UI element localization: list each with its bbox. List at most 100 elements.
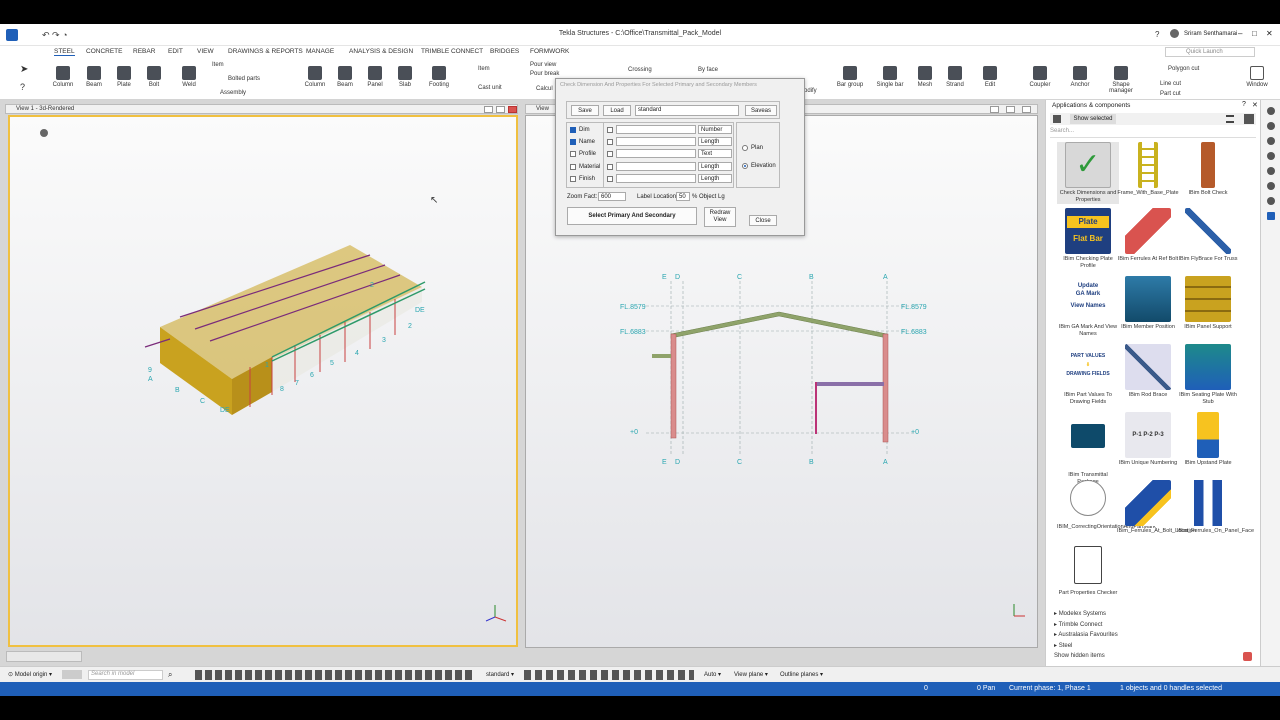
rebar-edit-button[interactable]: Edit xyxy=(975,66,1005,88)
component-correcting-orientation[interactable]: IBIM_CorrectingOrientationAndPartMark xyxy=(1057,480,1156,531)
view1-minimize-button[interactable] xyxy=(484,106,493,113)
dim-checkbox[interactable] xyxy=(570,127,576,133)
concrete-item-button[interactable]: Item xyxy=(478,66,490,72)
row5-type-select[interactable]: Length xyxy=(698,174,732,183)
assembly-button[interactable]: Assembly xyxy=(220,90,246,96)
tab-trimble-connect[interactable]: TRIMBLE CONNECT xyxy=(421,48,483,55)
dialog-saveas-button[interactable]: Saveas xyxy=(745,105,777,116)
link-icon[interactable] xyxy=(1266,122,1275,130)
component-bolt-check[interactable]: IBim Bolt Check xyxy=(1177,142,1239,197)
finish-checkbox[interactable] xyxy=(570,176,576,182)
component-member-position[interactable]: IBim Member Position xyxy=(1117,276,1179,331)
row1-value-input[interactable] xyxy=(616,125,696,134)
help-icon[interactable] xyxy=(1266,107,1275,115)
component-ferrules-at-bolt-location[interactable]: IBim_Ferrules_At_Bolt_Location xyxy=(1117,480,1196,535)
close-button[interactable]: ✕ xyxy=(1266,29,1273,38)
component-panel-support[interactable]: IBim Panel Support xyxy=(1177,276,1239,331)
search-in-model-input[interactable]: Search in model xyxy=(88,670,163,680)
concrete-footing-button[interactable]: Footing xyxy=(424,66,454,88)
steel-bolt-button[interactable]: Bolt xyxy=(139,66,169,88)
row2-value-input[interactable] xyxy=(616,137,696,146)
tab-concrete[interactable]: CONCRETE xyxy=(86,48,122,55)
tab-edit[interactable]: EDIT xyxy=(168,48,183,55)
material-checkbox[interactable] xyxy=(570,164,576,170)
label-location-input[interactable]: 50 xyxy=(676,192,690,201)
component-unique-numbering[interactable]: P-1 P-2 P-3 IBim Unique Numbering xyxy=(1117,412,1179,467)
tree-item-steel[interactable]: ▸ Steel xyxy=(1054,642,1072,649)
tab-drawings-reports[interactable]: DRAWINGS & REPORTS xyxy=(228,48,303,55)
row3-type-select[interactable]: Text xyxy=(698,149,732,158)
view2-maximize-button[interactable] xyxy=(1006,106,1015,113)
error-icon[interactable] xyxy=(1243,652,1252,661)
by-face-button[interactable]: By face xyxy=(698,67,718,73)
tab-rebar[interactable]: REBAR xyxy=(133,48,155,55)
auto-select[interactable]: Auto ▾ xyxy=(704,671,721,678)
steel-plate-button[interactable]: Plate xyxy=(109,66,139,88)
select-primary-secondary-button[interactable]: Select Primary And Secondary xyxy=(567,207,697,225)
row1-type-select[interactable]: Number xyxy=(698,125,732,134)
minimize-button[interactable]: – xyxy=(1238,29,1242,38)
concrete-panel-button[interactable]: Panel xyxy=(360,66,390,88)
row2-type-select[interactable]: Length xyxy=(698,137,732,146)
row4-type-select[interactable]: Length xyxy=(698,162,732,171)
row4-value-input[interactable] xyxy=(616,162,696,171)
row5-option-checkbox[interactable] xyxy=(607,176,613,182)
component-part-values-to-drawing[interactable]: PART VALUES ⬇ DRAWING FIELDS IBim Part Valu… xyxy=(1057,344,1119,406)
dialog-close-button[interactable]: Close xyxy=(749,215,777,226)
tab-steel[interactable]: STEEL xyxy=(54,48,75,56)
tree-item-modelex-systems[interactable]: ▸ Modelex Systems xyxy=(1054,610,1106,617)
modify-button[interactable]: odify xyxy=(804,88,817,94)
component-check-dimensions[interactable]: ✓ Check Dimensions and Properties xyxy=(1057,142,1119,204)
redraw-view-button[interactable]: Redraw View xyxy=(704,207,736,227)
steel-beam-button[interactable]: Beam xyxy=(79,66,109,88)
dialog-preset-select[interactable]: standard xyxy=(635,105,739,116)
tab-view[interactable]: VIEW xyxy=(197,48,214,55)
globe-icon[interactable] xyxy=(1266,152,1275,160)
select-help-icon[interactable]: ? xyxy=(20,82,25,92)
calculate-button[interactable]: Calcul xyxy=(536,86,553,92)
row5-value-input[interactable] xyxy=(616,174,696,183)
standard-select[interactable]: standard ▾ xyxy=(486,671,514,678)
pour-break-button[interactable]: Pour break xyxy=(530,71,559,77)
concrete-column-button[interactable]: Column xyxy=(300,66,330,88)
tree-item-australasia-favourites[interactable]: ▸ Australasia Favourites xyxy=(1054,631,1118,638)
component-transmittal-package[interactable]: IBim Transmittal Package xyxy=(1057,412,1119,486)
dialog-load-button[interactable]: Load xyxy=(603,105,631,116)
steel-weld-button[interactable]: Weld xyxy=(174,66,204,88)
tab-bridges[interactable]: BRIDGES xyxy=(490,48,519,55)
cloud-icon[interactable] xyxy=(1266,167,1275,175)
show-hidden-items-link[interactable]: Show hidden items xyxy=(1054,653,1105,659)
part-cut-button[interactable]: Part cut xyxy=(1160,91,1181,97)
panel-close-icon[interactable]: ✕ xyxy=(1252,101,1258,109)
panel-help-icon[interactable]: ? xyxy=(1242,101,1246,108)
outline-planes-select[interactable]: Outline planes ▾ xyxy=(780,671,823,678)
component-ga-mark-view-names[interactable]: Update GA Mark View Names IBim GA Mark And … xyxy=(1057,276,1119,338)
plan-radio[interactable] xyxy=(742,145,748,151)
expand-panel-icon[interactable] xyxy=(1244,114,1254,124)
show-selected-button[interactable]: Show selected xyxy=(1070,114,1116,124)
pour-view-button[interactable]: Pour view xyxy=(530,62,556,68)
component-flybrace-for-truss[interactable]: IBim FlyBrace For Truss xyxy=(1177,208,1239,263)
components-icon[interactable] xyxy=(1266,212,1275,220)
polygon-cut-button[interactable]: Polygon cut xyxy=(1168,66,1199,72)
view1-close-button[interactable] xyxy=(508,106,517,113)
tab-manage[interactable]: MANAGE xyxy=(306,48,334,55)
component-checking-plate-profile[interactable]: Plate Flat Bar IBim Checking Plate Profile xyxy=(1057,208,1119,270)
help-icon[interactable]: ? xyxy=(1155,30,1159,39)
view2-close-button[interactable] xyxy=(1022,106,1031,113)
snap-switches[interactable] xyxy=(524,670,694,680)
view-tabs[interactable] xyxy=(6,651,82,662)
zoom-factor-input[interactable]: 600 xyxy=(598,192,626,201)
component-part-properties-checker[interactable]: Part Properties Checker xyxy=(1057,546,1119,597)
row1-option-checkbox[interactable] xyxy=(607,127,613,133)
view-plane-select[interactable]: View plane ▾ xyxy=(734,671,768,678)
component-ferrules-on-panel-face[interactable]: IBim_Ferrules_On_Panel_Face xyxy=(1177,480,1254,535)
row3-option-checkbox[interactable] xyxy=(607,151,613,157)
name-checkbox[interactable] xyxy=(570,139,576,145)
line-cut-button[interactable]: Line cut xyxy=(1160,81,1181,87)
profile-checkbox[interactable] xyxy=(570,151,576,157)
bar-group-button[interactable]: Bar group xyxy=(835,66,865,88)
component-upstand-plate[interactable]: IBim Upstand Plate xyxy=(1177,412,1239,467)
strand-button[interactable]: Strand xyxy=(940,66,970,88)
user-avatar[interactable] xyxy=(1170,29,1179,38)
